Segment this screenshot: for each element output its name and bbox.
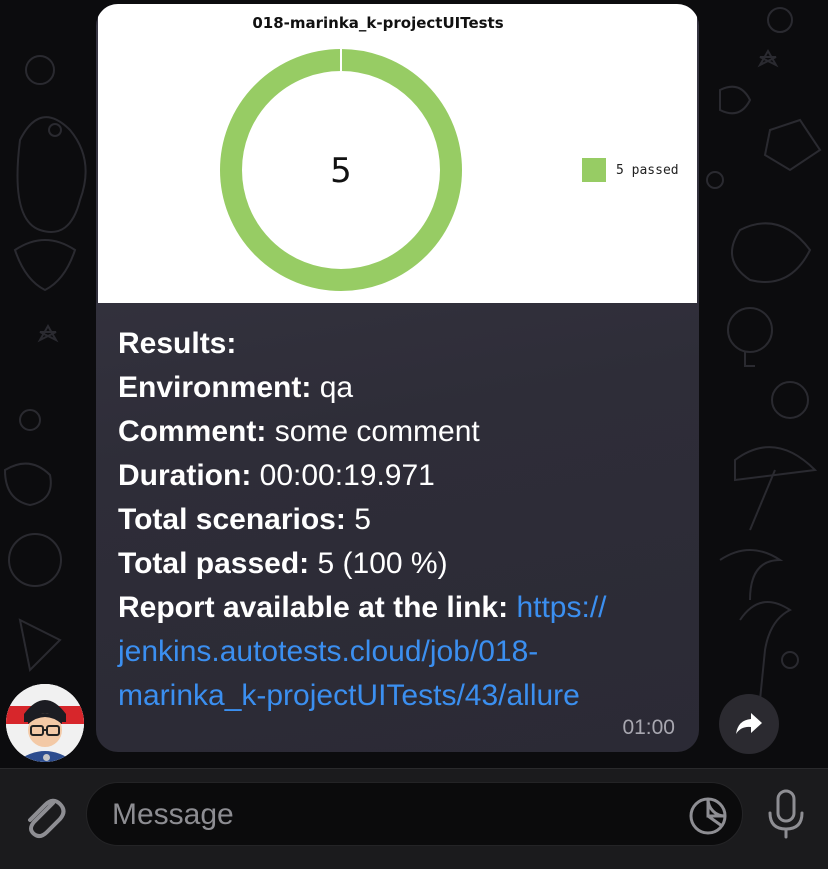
message-placeholder: Message	[112, 798, 234, 831]
online-indicator	[43, 754, 50, 761]
message-bubble[interactable]: 5 018-marinka_k-projectUITests 5 passed …	[96, 4, 699, 752]
duration-line: Duration: 00:00:19.971	[118, 454, 683, 498]
allure-report-chart[interactable]: 5 018-marinka_k-projectUITests 5 passed	[98, 4, 697, 303]
sticker-button[interactable]	[688, 796, 728, 841]
environment-label: Environment:	[118, 371, 312, 404]
results-label: Results:	[118, 327, 237, 360]
forward-button[interactable]	[719, 694, 779, 754]
forward-arrow-icon	[736, 713, 762, 734]
sticker-icon	[689, 797, 727, 835]
total-passed-label: Total passed:	[118, 547, 310, 580]
results-line: Results:	[118, 322, 683, 366]
pie-chart: 5	[220, 49, 462, 291]
legend-swatch-passed	[582, 158, 606, 182]
comment-value: some comment	[274, 415, 480, 448]
duration-label: Duration:	[118, 459, 252, 492]
avatar-icon	[6, 684, 84, 762]
paperclip-icon	[28, 798, 66, 839]
total-scenarios-label: Total scenarios:	[118, 503, 346, 536]
report-label: Report available at the link:	[118, 591, 509, 624]
comment-label: Comment:	[118, 415, 267, 448]
sender-avatar[interactable]	[6, 684, 84, 762]
message-text: Results: Environment: qa Comment: some c…	[118, 322, 683, 718]
chart-center-value: 5	[330, 151, 352, 191]
report-line: Report available at the link: https://	[118, 586, 683, 630]
chart-legend: 5 passed	[582, 158, 679, 182]
report-link-part1[interactable]: https://	[516, 591, 606, 624]
total-scenarios-line: Total scenarios: 5	[118, 498, 683, 542]
microphone-icon	[768, 789, 804, 839]
microphone-button[interactable]	[764, 789, 808, 846]
total-scenarios-value: 5	[354, 503, 371, 536]
report-link-part3[interactable]: marinka_k-projectUITests/43/allure	[118, 674, 683, 718]
report-link-part2[interactable]: jenkins.autotests.cloud/job/018-	[118, 630, 683, 674]
comment-line: Comment: some comment	[118, 410, 683, 454]
message-input[interactable]: Message	[86, 782, 743, 846]
total-passed-value: 5 (100 %)	[317, 547, 448, 580]
environment-value: qa	[319, 371, 354, 404]
total-passed-line: Total passed: 5 (100 %)	[118, 542, 683, 586]
duration-value: 00:00:19.971	[259, 459, 435, 492]
chart-title: 018-marinka_k-projectUITests	[252, 14, 504, 32]
environment-line: Environment: qa	[118, 366, 683, 410]
attach-button[interactable]	[20, 789, 66, 844]
message-time: 01:00	[622, 716, 675, 739]
legend-label-passed: 5 passed	[616, 162, 679, 178]
message-input-bar: Message	[0, 768, 828, 869]
